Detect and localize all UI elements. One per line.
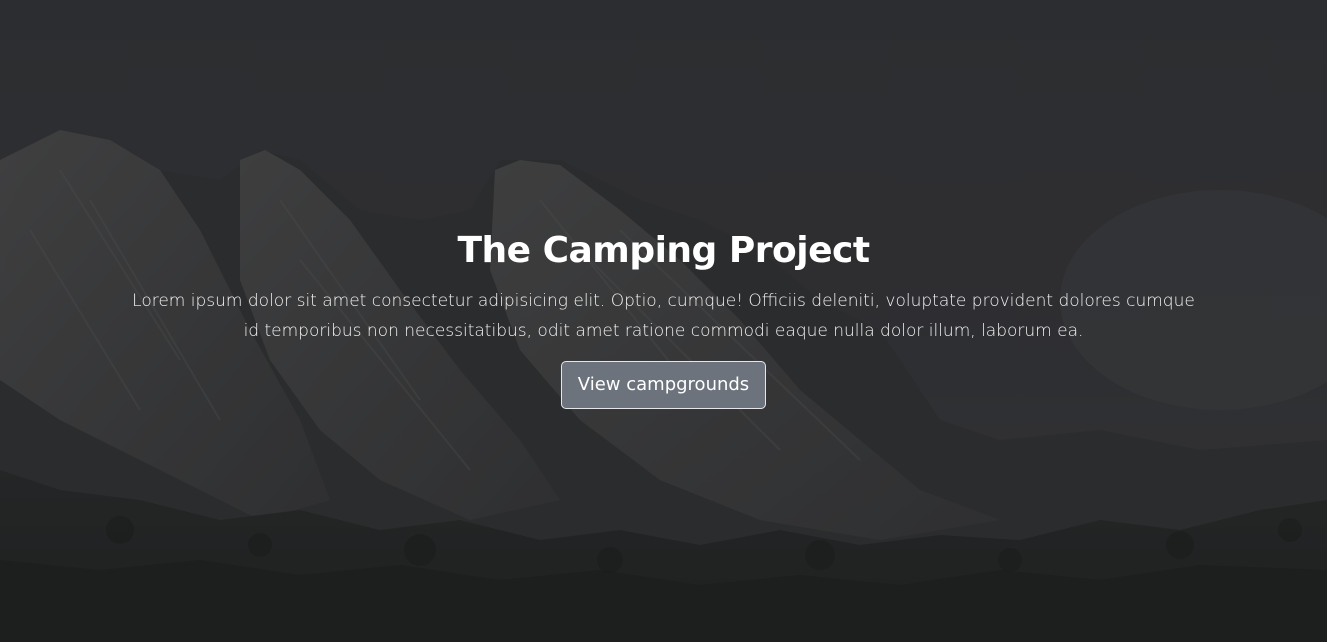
view-campgrounds-button[interactable]: View campgrounds — [560, 361, 767, 409]
hero-description: Lorem ipsum dolor sit amet consectetur a… — [132, 291, 1195, 341]
hero-section: The Camping Project Lorem ipsum dolor si… — [0, 0, 1327, 642]
page-title: The Camping Project — [457, 230, 870, 271]
hero-content: The Camping Project Lorem ipsum dolor si… — [0, 228, 1327, 409]
